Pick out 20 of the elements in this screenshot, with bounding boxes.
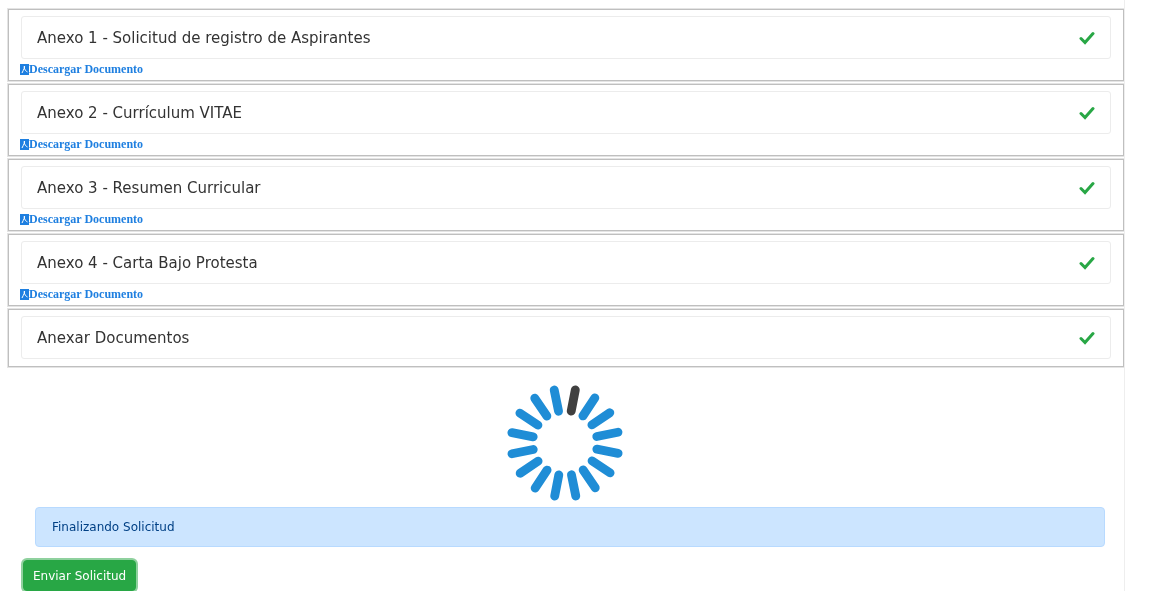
download-link[interactable]: Descargar Documento (29, 212, 144, 227)
annex-card[interactable]: Anexar Documentos (21, 316, 1111, 359)
pdf-file-icon (20, 64, 29, 75)
download-link[interactable]: Descargar Documento (29, 137, 144, 152)
download-link[interactable]: Descargar Documento (29, 287, 144, 302)
annex-card[interactable]: Anexo 1 - Solicitud de registro de Aspirantes (21, 16, 1111, 59)
loading-spinner-icon (505, 382, 624, 504)
annex-title: Anexo 3 - Resumen Curricular (37, 178, 261, 197)
download-link[interactable]: Descargar Documento (29, 62, 144, 77)
pdf-file-icon (20, 139, 29, 150)
pdf-file-icon (20, 289, 29, 300)
annex-title: Anexar Documentos (37, 328, 190, 347)
status-alert: Finalizando Solicitud (35, 507, 1105, 547)
annex-title: Anexo 1 - Solicitud de registro de Aspirantes (37, 28, 371, 47)
annex-title: Anexo 2 - Currículum VITAE (37, 103, 243, 122)
annex-card[interactable]: Anexo 2 - Currículum VITAE (21, 91, 1111, 134)
pdf-file-icon (20, 214, 29, 225)
annex-card[interactable]: Anexo 4 - Carta Bajo Protesta (21, 241, 1111, 284)
annex-title: Anexo 4 - Carta Bajo Protesta (37, 253, 258, 272)
annex-card[interactable]: Anexo 3 - Resumen Curricular (21, 166, 1111, 209)
